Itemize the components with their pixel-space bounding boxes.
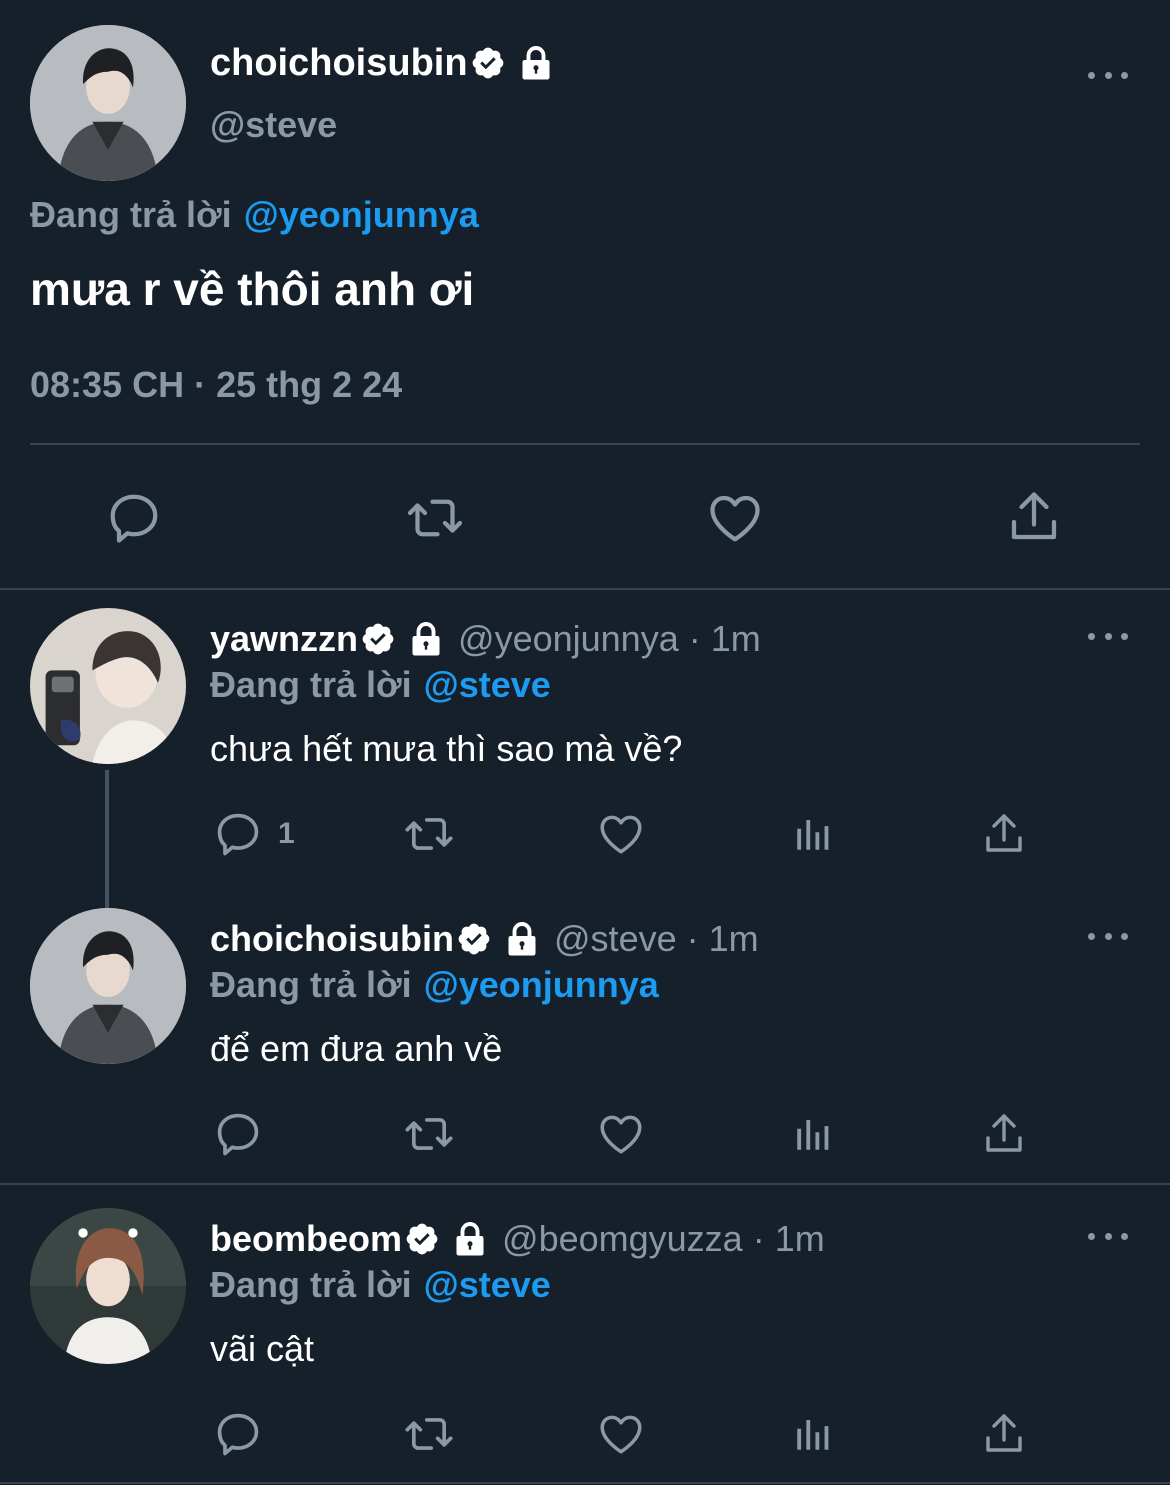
- display-name[interactable]: beombeom: [210, 1218, 402, 1260]
- retweet-icon: [400, 1108, 458, 1160]
- replying-prefix: Đang trả lời: [210, 664, 412, 705]
- reply-button[interactable]: [212, 1108, 264, 1160]
- thread-line: [105, 770, 109, 908]
- replying-prefix: Đang trả lời: [210, 964, 412, 1005]
- avatar[interactable]: [30, 608, 186, 764]
- avatar[interactable]: [30, 25, 186, 181]
- share-button[interactable]: [980, 1408, 1028, 1460]
- reply-button[interactable]: 1: [212, 808, 295, 860]
- replying-prefix: Đang trả lời: [30, 194, 232, 235]
- verified-badge-icon: [404, 1221, 440, 1257]
- replying-to: Đang trả lời @steve: [210, 1264, 551, 1306]
- views-button[interactable]: [792, 812, 834, 856]
- retweet-button[interactable]: [400, 808, 458, 860]
- stats-icon: [792, 812, 834, 856]
- lock-icon: [518, 45, 554, 81]
- reply-icon: [104, 488, 164, 548]
- tweet-text: mưa r về thôi anh ơi: [30, 263, 475, 315]
- verified-badge-icon: [456, 921, 492, 957]
- replying-prefix: Đang trả lời: [210, 1264, 412, 1305]
- like-icon: [596, 1108, 646, 1160]
- handle[interactable]: @yeonjunnya: [458, 618, 679, 660]
- avatar-image: [30, 25, 186, 181]
- like-button[interactable]: [596, 1408, 646, 1460]
- tweet-timestamp[interactable]: 08:35 CH · 25 thg 2 24: [30, 364, 402, 406]
- lock-icon: [408, 621, 444, 657]
- retweet-button[interactable]: [402, 488, 468, 548]
- more-options-icon[interactable]: [1088, 926, 1128, 946]
- author-row: choichoisubin: [210, 38, 554, 88]
- like-button[interactable]: [596, 1108, 646, 1160]
- verified-badge-icon: [360, 621, 396, 657]
- replying-to-link[interactable]: @yeonjunnya: [244, 194, 479, 236]
- lock-icon: [504, 921, 540, 957]
- stats-icon: [792, 1412, 834, 1456]
- share-button[interactable]: [1004, 486, 1064, 548]
- share-icon: [980, 1108, 1028, 1160]
- share-icon: [980, 1408, 1028, 1460]
- replying-to: Đang trả lời @steve: [210, 664, 551, 706]
- display-name[interactable]: yawnzzn: [210, 618, 358, 660]
- lock-icon: [452, 1221, 488, 1257]
- reply-time[interactable]: · 1m: [687, 918, 759, 960]
- reply-button[interactable]: [212, 1408, 264, 1460]
- replying-to: Đang trả lời @yeonjunnya: [30, 194, 479, 236]
- share-button[interactable]: [980, 1108, 1028, 1160]
- reply-time[interactable]: · 1m: [689, 618, 761, 660]
- share-icon: [980, 808, 1028, 860]
- divider: [0, 1183, 1170, 1185]
- reply-time[interactable]: · 1m: [753, 1218, 825, 1260]
- display-name[interactable]: choichoisubin: [210, 42, 468, 85]
- verified-badge-icon: [470, 45, 506, 81]
- more-options-icon[interactable]: [1088, 1226, 1128, 1246]
- retweet-button[interactable]: [400, 1108, 458, 1160]
- more-options-icon[interactable]: [1088, 65, 1128, 85]
- retweet-icon: [402, 488, 468, 548]
- replying-to-link[interactable]: @steve: [424, 664, 551, 706]
- display-name[interactable]: choichoisubin: [210, 918, 454, 960]
- reply-icon: [212, 1408, 264, 1460]
- like-icon: [704, 488, 766, 548]
- reply-text: chưa hết mưa thì sao mà về?: [210, 728, 683, 769]
- handle[interactable]: @steve: [554, 918, 677, 960]
- retweet-icon: [400, 808, 458, 860]
- avatar[interactable]: [30, 1208, 186, 1364]
- divider: [30, 443, 1140, 445]
- share-icon: [1004, 486, 1064, 548]
- avatar-image: [30, 908, 186, 1064]
- views-button[interactable]: [792, 1412, 834, 1456]
- reply-button[interactable]: [104, 488, 164, 548]
- divider: [0, 1482, 1170, 1484]
- retweet-icon: [400, 1408, 458, 1460]
- like-button[interactable]: [596, 808, 646, 860]
- views-button[interactable]: [792, 1112, 834, 1156]
- divider: [0, 588, 1170, 590]
- author-row: yawnzzn @yeonjunnya · 1m: [210, 614, 761, 664]
- reply-count: 1: [278, 817, 295, 850]
- avatar-image: [30, 608, 186, 764]
- author-row: beombeom @beomgyuzza · 1m: [210, 1214, 825, 1264]
- stats-icon: [792, 1112, 834, 1156]
- reply-text: vãi cật: [210, 1328, 315, 1369]
- replying-to-link[interactable]: @steve: [424, 1264, 551, 1306]
- share-button[interactable]: [980, 808, 1028, 860]
- more-options-icon[interactable]: [1088, 626, 1128, 646]
- avatar-image: [30, 1208, 186, 1364]
- handle[interactable]: @steve: [210, 104, 337, 146]
- like-icon: [596, 808, 646, 860]
- replying-to: Đang trả lời @yeonjunnya: [210, 964, 659, 1006]
- like-icon: [596, 1408, 646, 1460]
- like-button[interactable]: [704, 488, 766, 548]
- reply-icon: [212, 808, 264, 860]
- handle[interactable]: @beomgyuzza: [502, 1218, 743, 1260]
- avatar[interactable]: [30, 908, 186, 1064]
- reply-icon: [212, 1108, 264, 1160]
- reply-text: để em đưa anh về: [210, 1028, 503, 1069]
- author-row: choichoisubin @steve · 1m: [210, 914, 759, 964]
- retweet-button[interactable]: [400, 1408, 458, 1460]
- replying-to-link[interactable]: @yeonjunnya: [424, 964, 659, 1006]
